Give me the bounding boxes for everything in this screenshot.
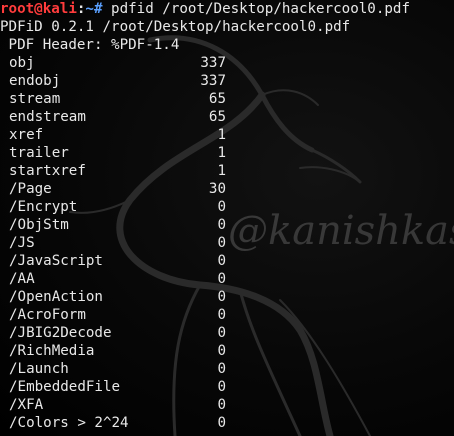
row-value: 65: [208, 109, 226, 125]
row-key: xref: [9, 127, 44, 143]
row-value: 0: [217, 217, 226, 233]
table-row: /AA 0: [0, 270, 454, 288]
pdfid-table: obj 337 endobj 337 stream 65 endstream 65 xref 1 t…: [0, 54, 454, 432]
row-value: 30: [208, 181, 226, 197]
row-key: /Encrypt: [9, 199, 78, 215]
row-value: 0: [217, 397, 226, 413]
row-value: 0: [217, 199, 226, 215]
table-row: obj 337: [0, 54, 454, 72]
table-row: /RichMedia 0: [0, 342, 454, 360]
command-line: root@kali:~# pdfid /root/Desktop/hackerc…: [0, 0, 454, 18]
row-value: 0: [217, 325, 226, 341]
row-key: /EmbeddedFile: [9, 379, 121, 395]
table-row: xref 1: [0, 126, 454, 144]
row-key: endstream: [9, 109, 86, 125]
terminal-window[interactable]: @kanishkashowto root@kali:~# pdfid /root…: [0, 0, 454, 436]
row-value: 1: [217, 127, 226, 143]
table-row: stream 65: [0, 90, 454, 108]
row-value: 1: [217, 145, 226, 161]
row-value: 0: [217, 253, 226, 269]
table-row: /JBIG2Decode 0: [0, 324, 454, 342]
row-value: 0: [217, 271, 226, 287]
row-value: 337: [200, 73, 226, 89]
row-value: 0: [217, 361, 226, 377]
row-value: 0: [217, 235, 226, 251]
row-key: /JS: [9, 235, 35, 251]
table-row: /AcroForm 0: [0, 306, 454, 324]
row-key: /RichMedia: [9, 343, 95, 359]
row-value: 0: [217, 289, 226, 305]
table-row: endstream 65: [0, 108, 454, 126]
row-key: obj: [9, 55, 35, 71]
row-value: 0: [217, 343, 226, 359]
row-key: startxref: [9, 163, 86, 179]
row-key: /OpenAction: [9, 289, 103, 305]
row-value: 337: [200, 55, 226, 71]
table-row: /JS 0: [0, 234, 454, 252]
table-row: /XFA 0: [0, 396, 454, 414]
row-key: /ObjStm: [9, 217, 69, 233]
row-key: /Page: [9, 181, 52, 197]
table-row: startxref 1: [0, 162, 454, 180]
table-row: /JavaScript 0: [0, 252, 454, 270]
row-key: endobj: [9, 73, 61, 89]
row-value: 0: [217, 379, 226, 395]
table-row: endobj 337: [0, 72, 454, 90]
version-line: PDFiD 0.2.1 /root/Desktop/hackercool0.pd…: [0, 19, 351, 35]
prompt-path: ~#: [85, 1, 103, 17]
row-key: /JavaScript: [9, 253, 103, 269]
prompt-user-host: root@kali: [0, 1, 77, 17]
row-key: /JBIG2Decode: [9, 325, 112, 341]
table-row: /Encrypt 0: [0, 198, 454, 216]
row-value: 65: [208, 91, 226, 107]
row-key: /AcroForm: [9, 307, 86, 323]
table-row: /Colors > 2^24 0: [0, 414, 454, 432]
row-key: trailer: [9, 145, 69, 161]
table-row: /ObjStm 0: [0, 216, 454, 234]
table-row: trailer 1: [0, 144, 454, 162]
command-text: pdfid /root/Desktop/hackercool0.pdf: [102, 1, 411, 17]
row-key: /XFA: [9, 397, 44, 413]
table-row: /OpenAction 0: [0, 288, 454, 306]
header-line: PDF Header: %PDF-1.4: [0, 37, 180, 53]
row-value: 1: [217, 163, 226, 179]
terminal-output: root@kali:~# pdfid /root/Desktop/hackerc…: [0, 0, 454, 432]
table-row: /Launch 0: [0, 360, 454, 378]
row-value: 0: [217, 415, 226, 431]
table-row: /Page 30: [0, 180, 454, 198]
table-row: /EmbeddedFile 0: [0, 378, 454, 396]
row-key: stream: [9, 91, 61, 107]
row-key: /AA: [9, 271, 35, 287]
row-key: /Colors > 2^24: [9, 415, 129, 431]
row-key: /Launch: [9, 361, 69, 377]
row-value: 0: [217, 307, 226, 323]
